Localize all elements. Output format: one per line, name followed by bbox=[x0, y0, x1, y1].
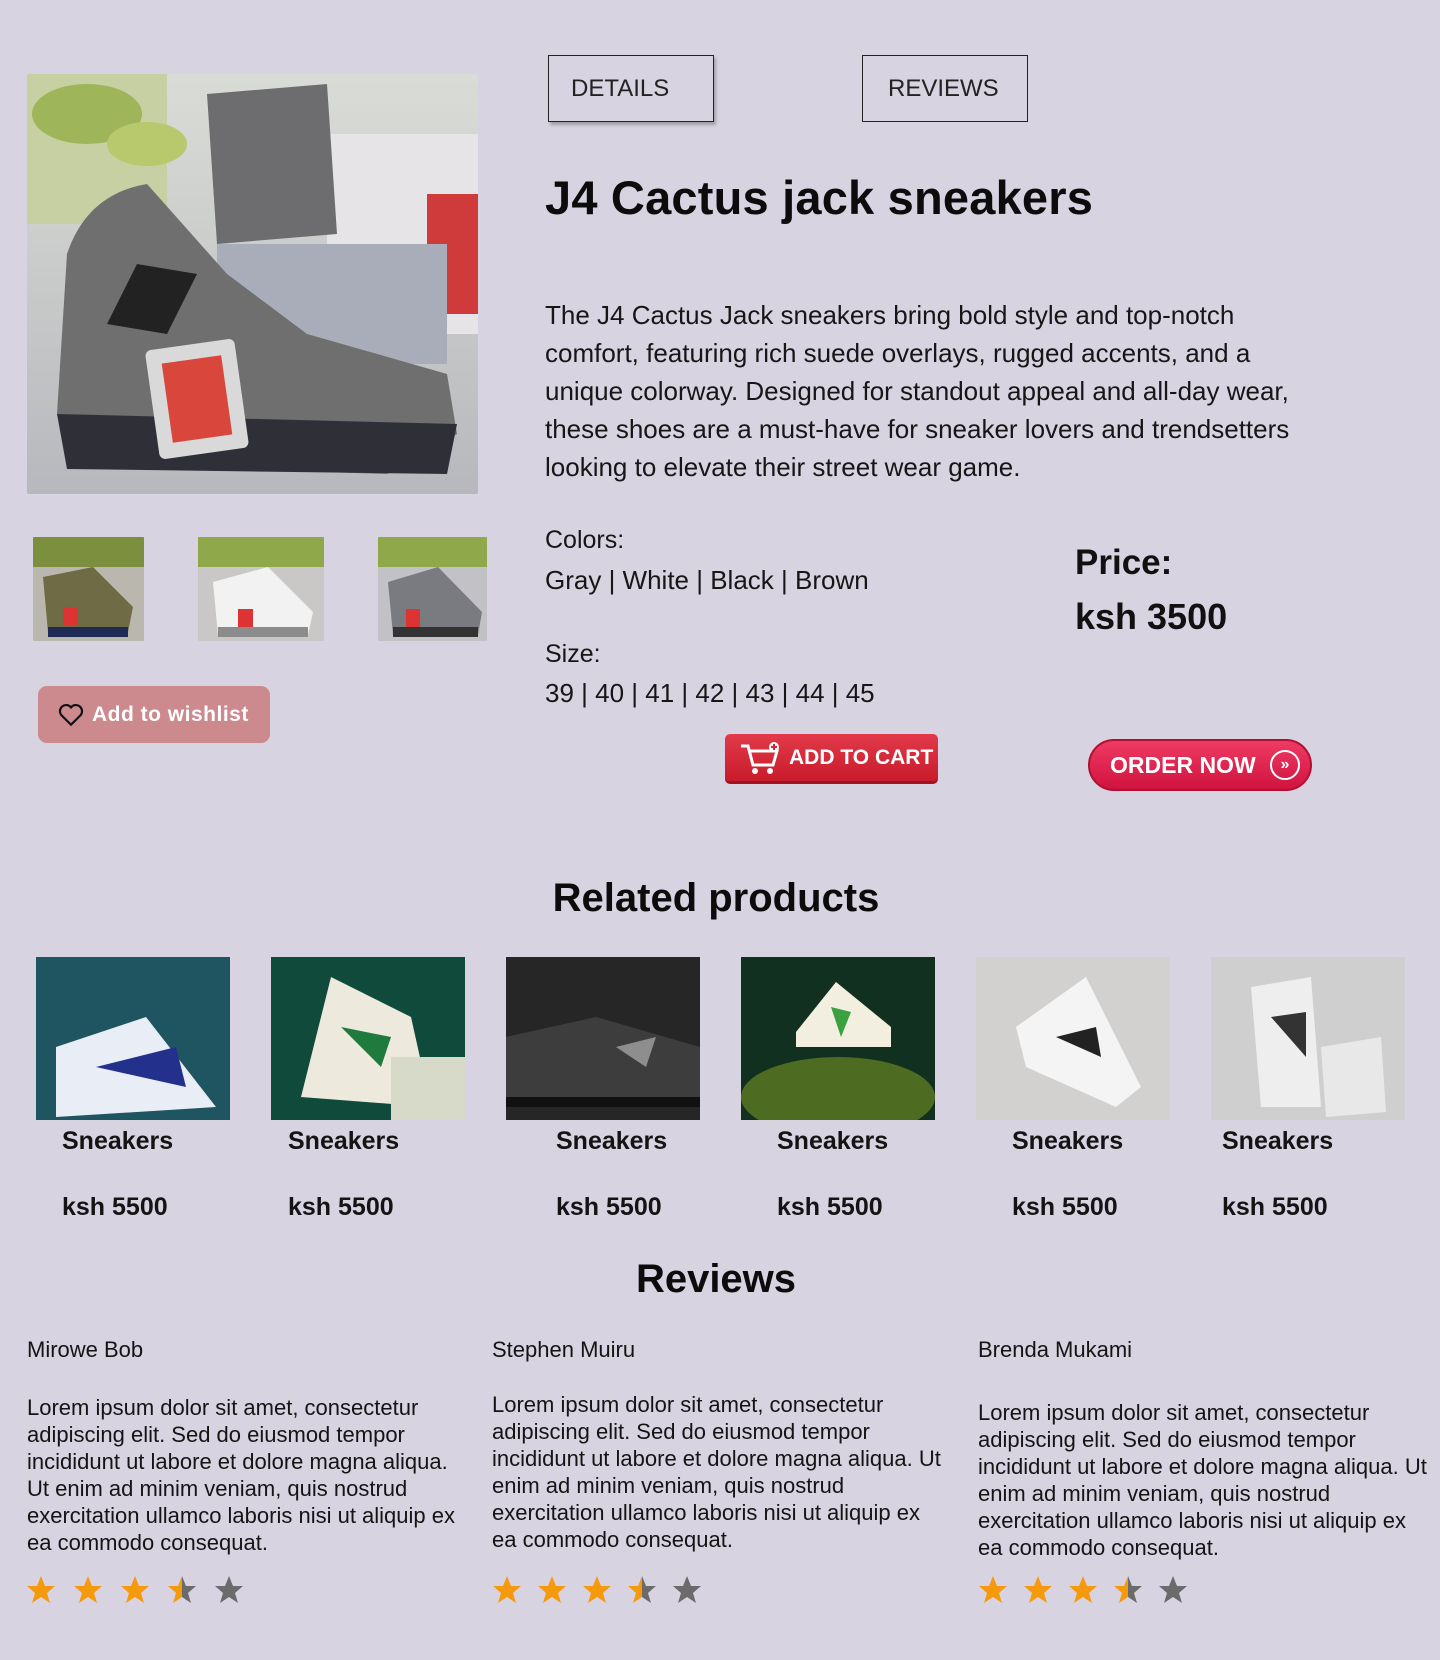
tab-reviews[interactable]: REVIEWS bbox=[862, 55, 1028, 122]
related-product-card[interactable]: Sneakers ksh 5500 bbox=[976, 957, 1170, 1221]
related-product-price: ksh 5500 bbox=[1012, 1193, 1118, 1221]
review-text: Lorem ipsum dolor sit amet, consectetur … bbox=[27, 1395, 455, 1555]
related-product-name: Sneakers bbox=[288, 1127, 400, 1155]
thumbnail-1[interactable] bbox=[33, 537, 144, 641]
price-value: ksh 3500 bbox=[1075, 596, 1228, 637]
related-product-card[interactable]: Sneakers ksh 5500 bbox=[1211, 957, 1405, 1221]
related-product-image[interactable] bbox=[741, 957, 935, 1120]
related-product-name: Sneakers bbox=[556, 1127, 668, 1155]
review-text: Lorem ipsum dolor sit amet, consectetur … bbox=[492, 1392, 941, 1552]
reviewer-name: Stephen Muiru bbox=[492, 1337, 636, 1362]
star-filled-icon bbox=[538, 1576, 566, 1603]
related-product-name: Sneakers bbox=[777, 1127, 889, 1155]
star-filled-icon bbox=[979, 1576, 1007, 1603]
star-filled-icon bbox=[74, 1576, 102, 1603]
related-product-price: ksh 5500 bbox=[777, 1193, 883, 1221]
related-product-card[interactable]: Sneakers ksh 5500 bbox=[741, 957, 935, 1221]
star-empty-icon bbox=[1159, 1576, 1187, 1603]
chevron-right-icon: » bbox=[1270, 750, 1300, 780]
related-product-image[interactable] bbox=[36, 957, 230, 1120]
product-description: The J4 Cactus Jack sneakers bring bold s… bbox=[545, 300, 1290, 482]
tab-details[interactable]: DETAILS bbox=[548, 55, 714, 122]
product-title: J4 Cactus jack sneakers bbox=[545, 171, 1094, 224]
related-product-image[interactable] bbox=[271, 957, 465, 1120]
related-product-name: Sneakers bbox=[62, 1127, 174, 1155]
star-filled-icon bbox=[583, 1576, 611, 1603]
reviewer-name: Brenda Mukami bbox=[978, 1337, 1133, 1362]
star-half-icon bbox=[628, 1576, 656, 1603]
star-rating bbox=[26, 1575, 244, 1605]
reviews-title: Reviews bbox=[635, 1257, 797, 1301]
related-product-card[interactable]: Sneakers ksh 5500 bbox=[36, 957, 230, 1221]
star-empty-icon bbox=[215, 1576, 243, 1603]
review-text: Lorem ipsum dolor sit amet, consectetur … bbox=[978, 1400, 1427, 1560]
related-product-image[interactable] bbox=[976, 957, 1170, 1120]
star-rating bbox=[978, 1575, 1188, 1605]
price-label: Price: bbox=[1075, 543, 1173, 582]
product-main-image[interactable] bbox=[27, 74, 478, 494]
related-product-card[interactable]: Sneakers ksh 5500 bbox=[506, 957, 700, 1221]
star-filled-icon bbox=[1069, 1576, 1097, 1603]
related-product-price: ksh 5500 bbox=[62, 1193, 168, 1221]
related-product-card[interactable]: Sneakers ksh 5500 bbox=[271, 957, 465, 1221]
order-label: ORDER NOW bbox=[1110, 751, 1256, 778]
thumbnail-3[interactable] bbox=[378, 537, 487, 641]
add-to-cart-button[interactable]: ADD TO CART bbox=[725, 734, 938, 784]
star-filled-icon bbox=[493, 1576, 521, 1603]
star-half-icon bbox=[168, 1576, 196, 1603]
related-product-name: Sneakers bbox=[1222, 1127, 1334, 1155]
star-filled-icon bbox=[121, 1576, 149, 1603]
related-product-price: ksh 5500 bbox=[556, 1193, 662, 1221]
order-now-button[interactable]: ORDER NOW » bbox=[1088, 739, 1312, 791]
heart-icon bbox=[58, 703, 84, 726]
reviewer-name: Mirowe Bob bbox=[27, 1337, 144, 1362]
size-label: Size: bbox=[545, 640, 601, 668]
star-rating bbox=[492, 1575, 702, 1605]
star-half-icon bbox=[1114, 1576, 1142, 1603]
related-product-image[interactable] bbox=[506, 957, 700, 1120]
size-value: 39 | 40 | 41 | 42 | 43 | 44 | 45 bbox=[545, 678, 875, 708]
cart-icon bbox=[741, 741, 779, 774]
related-product-price: ksh 5500 bbox=[1222, 1193, 1328, 1221]
star-filled-icon bbox=[27, 1576, 55, 1603]
related-product-image[interactable] bbox=[1211, 957, 1405, 1120]
star-filled-icon bbox=[1024, 1576, 1052, 1603]
thumbnail-2[interactable] bbox=[198, 537, 324, 641]
colors-label: Colors: bbox=[545, 526, 625, 554]
related-product-price: ksh 5500 bbox=[288, 1193, 394, 1221]
related-products-title: Related products bbox=[552, 876, 880, 920]
wishlist-label: Add to wishlist bbox=[92, 702, 249, 726]
cart-label: ADD TO CART bbox=[789, 745, 934, 769]
colors-value: Gray | White | Black | Brown bbox=[545, 565, 869, 595]
star-empty-icon bbox=[673, 1576, 701, 1603]
add-to-wishlist-button[interactable]: Add to wishlist bbox=[38, 686, 270, 743]
related-product-name: Sneakers bbox=[1012, 1127, 1124, 1155]
